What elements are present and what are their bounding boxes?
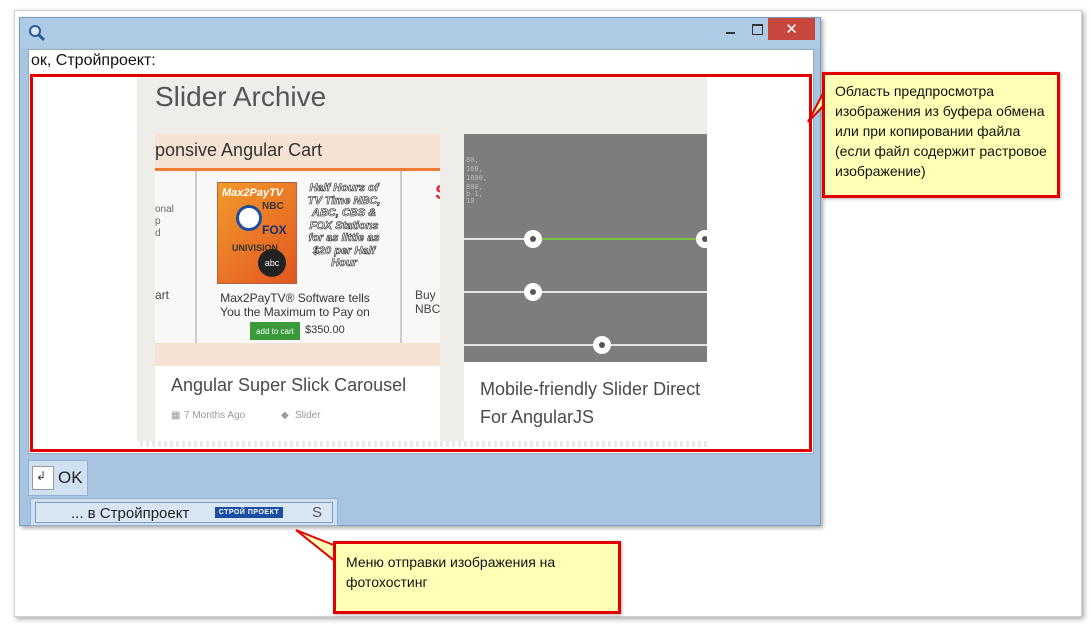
send-menu-shortcut: S <box>312 504 323 521</box>
send-menu-item[interactable]: ... в Стройпроект СТРОЙ ПРОЕКТ S <box>35 502 333 523</box>
slider-card-2: 80, 160, 1600, 800, b 1, 10 Mobile-frien… <box>464 134 707 447</box>
send-to-hosting-menu[interactable]: ... в Стройпроект СТРОЙ ПРОЕКТ S <box>30 498 338 526</box>
code-line: 1600, <box>466 174 488 182</box>
card1-title: Angular Super Slick Carousel <box>171 375 407 395</box>
maximize-icon <box>751 23 763 35</box>
nbc-logo: NBC <box>262 201 284 212</box>
card1-header: ponsive Angular Cart <box>155 140 323 160</box>
side-right-red-mark: S <box>435 182 440 205</box>
slider-handle <box>696 230 707 248</box>
maximize-button[interactable] <box>747 18 767 40</box>
calendar-icon: ▦ <box>171 410 181 421</box>
panel-divider <box>195 171 197 343</box>
image-preview-area: Slider Archive ponsive Angular Cart onal… <box>30 74 812 452</box>
callout-menu-note: Меню отправки изображения на фотохостинг <box>333 541 621 614</box>
card1-image: ponsive Angular Cart onal p d art S Buy … <box>155 134 440 366</box>
magnifier-icon <box>29 25 46 42</box>
preview-page-title: Slider Archive <box>155 81 327 112</box>
card2-title-line2: For AngularJS <box>480 407 595 427</box>
enter-key-icon <box>32 466 54 490</box>
product-box-title: Max2PayTV <box>222 187 284 199</box>
card2-title-line1: Mobile-friendly Slider Direct <box>480 379 701 399</box>
promo-text: Half Hours of TV Time NBC, ABC, CBS & FO… <box>307 182 381 270</box>
bottom-bar <box>20 456 820 496</box>
side-left-word: art <box>155 288 170 302</box>
close-icon: ✕ <box>785 21 798 38</box>
send-menu-label: ... в Стройпроект <box>71 505 190 522</box>
close-button[interactable]: ✕ <box>768 18 815 40</box>
cbs-logo-icon <box>236 205 262 231</box>
content-area: ок, Стройпроект: Slider Archive ponsive … <box>28 49 814 454</box>
ok-button[interactable]: OK <box>28 460 88 496</box>
app-window: ✕ ок, Стройпроект: Slider Archive ponsiv… <box>19 17 821 526</box>
callout-preview-note: Область предпросмотра изображения из буф… <box>822 72 1060 198</box>
side-right-text: Buy NBC <box>415 288 440 316</box>
preview-image: Slider Archive ponsive Angular Cart onal… <box>137 77 707 447</box>
card1-date: 7 Months Ago <box>184 410 246 421</box>
stroyproekt-logo: СТРОЙ ПРОЕКТ <box>215 507 283 518</box>
minimize-button[interactable] <box>720 18 740 40</box>
slider-range <box>534 238 704 240</box>
slider-track <box>464 344 707 346</box>
card1-tag: Slider <box>295 410 321 421</box>
card2-image: 80, 160, 1600, 800, b 1, 10 <box>464 134 707 362</box>
ok-button-label: OK <box>58 468 83 487</box>
callout-arrow-2 <box>295 529 337 565</box>
window-caption: ок, Стройпроект: <box>31 52 156 69</box>
panel-divider <box>400 171 402 343</box>
slider-card-1: ponsive Angular Cart onal p d art S Buy … <box>155 134 440 447</box>
product-description: Max2PayTV® Software tells You the Maximu… <box>220 291 370 319</box>
card2-title: Mobile-friendly Slider Direct For Angula… <box>480 375 707 431</box>
title-bar: ✕ <box>20 18 820 48</box>
torn-edge <box>137 441 707 447</box>
abc-logo: abc <box>258 249 286 277</box>
slider-handle <box>593 336 611 354</box>
product-price: $350.00 <box>305 324 345 336</box>
code-line: 160, <box>466 165 483 173</box>
fox-logo: FOX <box>262 223 287 237</box>
side-left-text: onal p d <box>155 204 174 239</box>
product-box: Max2PayTV NBC FOX UNIVISION abc <box>217 182 297 284</box>
code-line: 80, <box>466 156 479 164</box>
tag-icon: ◆ <box>281 410 289 421</box>
add-to-cart-button: add to cart <box>250 322 300 340</box>
slider-handle <box>524 283 542 301</box>
slider-handle <box>524 230 542 248</box>
code-line: 10 <box>466 197 475 205</box>
slider-track <box>464 291 707 293</box>
minimize-icon <box>725 32 735 34</box>
